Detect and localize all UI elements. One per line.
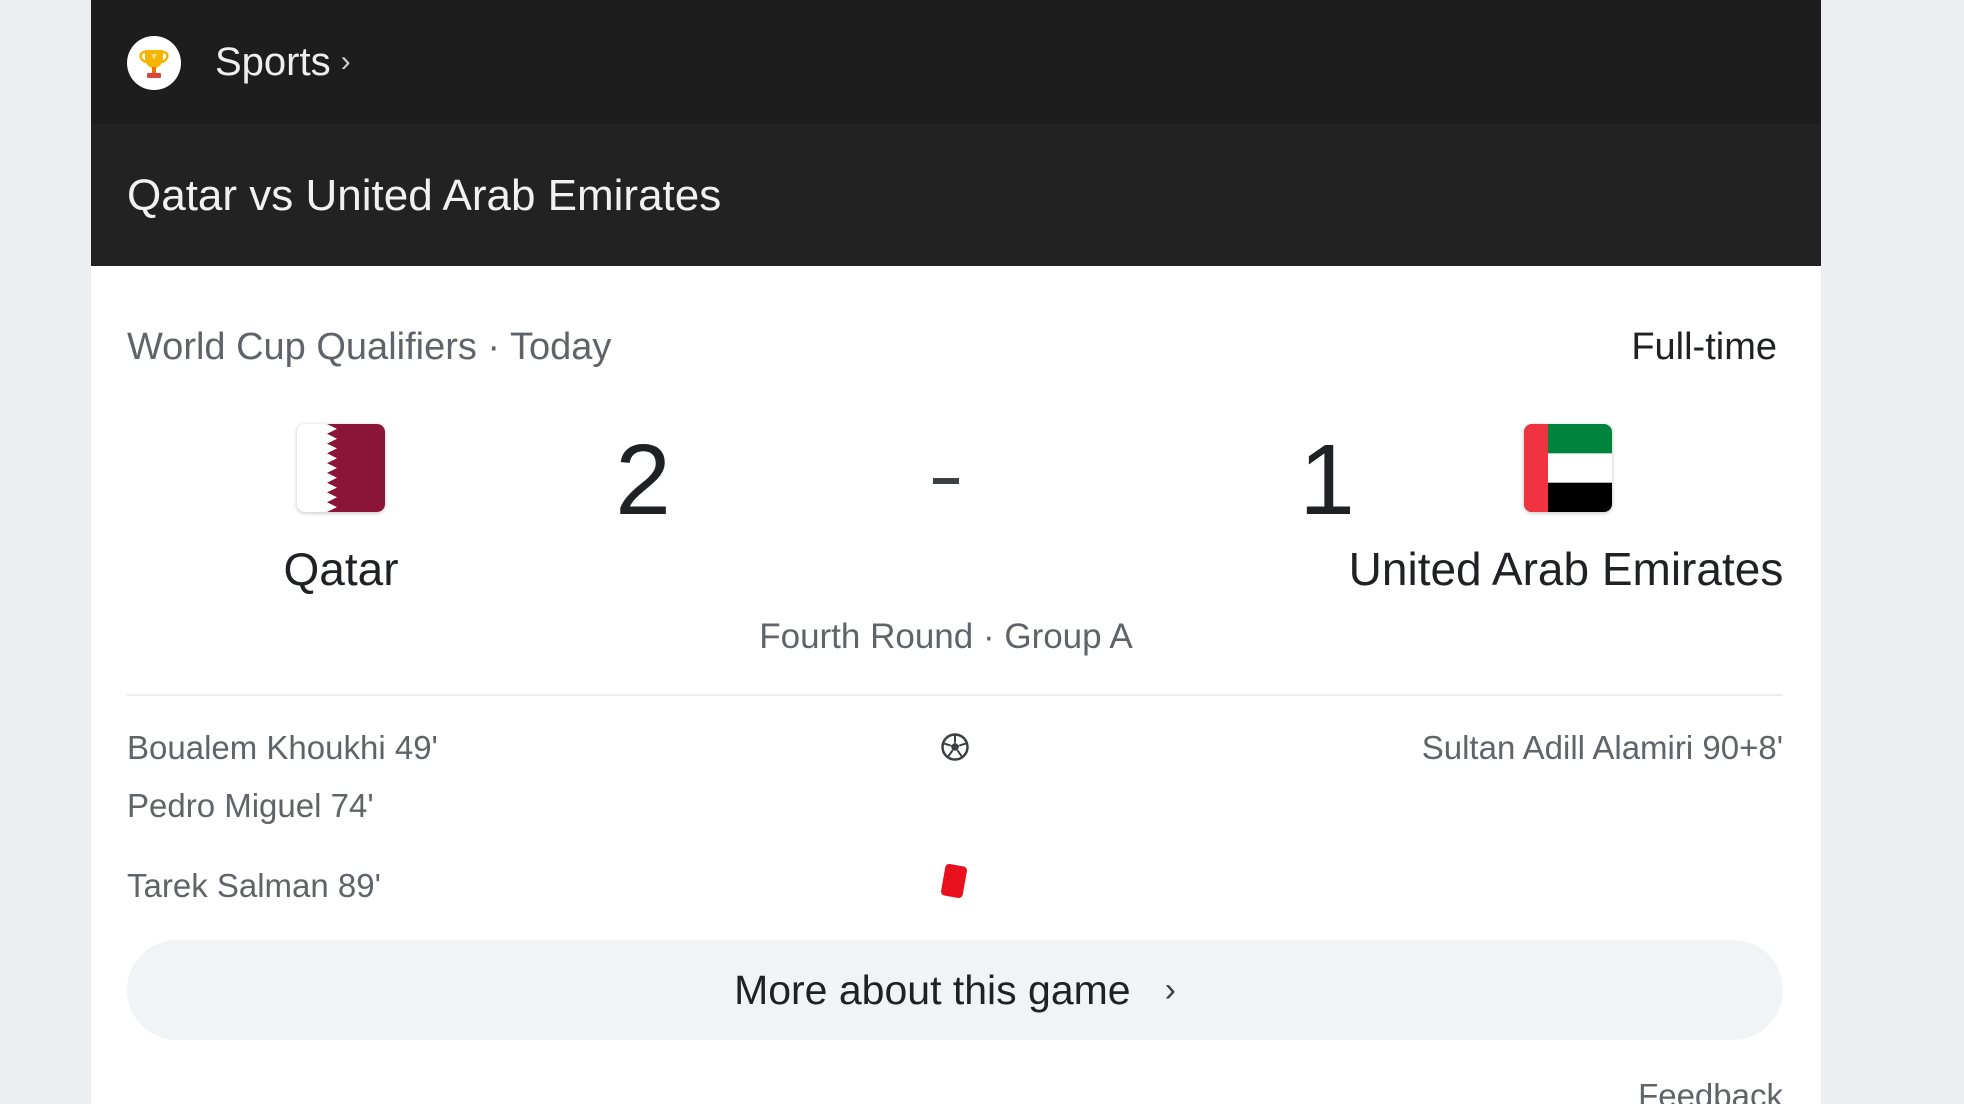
uae-flag-icon[interactable] [1524, 424, 1612, 512]
qatar-flag-icon[interactable] [297, 424, 385, 512]
home-goal-scorer: Boualem Khoukhi 49' [127, 729, 438, 766]
away-score: 1 [1299, 424, 1355, 536]
more-about-game-button[interactable]: More about this game › [127, 940, 1783, 1040]
section-divider [127, 694, 1783, 696]
sports-section-link[interactable]: Sports › [215, 34, 351, 90]
match-status: Full-time [1631, 326, 1777, 368]
feedback-link[interactable]: Feedback [1638, 1074, 1783, 1104]
soccer-ball-icon [940, 732, 970, 762]
away-goal-scorer: Sultan Adill Alamiri 90+8' [1421, 729, 1783, 766]
away-team-name[interactable]: United Arab Emirates [1321, 540, 1811, 598]
home-red-card-player: Tarek Salman 89' [127, 867, 381, 904]
competition-info: World Cup Qualifiers · Today [127, 326, 612, 368]
sports-result-card: Sports › Qatar vs United Arab Emirates W… [91, 0, 1821, 1104]
home-score: 2 [615, 424, 671, 536]
chevron-right-icon: › [1164, 970, 1176, 1009]
round-info: Fourth Round · Group A [759, 617, 1133, 656]
score-separator [933, 478, 959, 484]
sports-section-label: Sports [215, 39, 331, 84]
red-card-icon [938, 862, 970, 902]
match-title: Qatar vs United Arab Emirates [127, 171, 722, 220]
more-about-game-label: More about this game [734, 967, 1131, 1013]
home-goal-scorer: Pedro Miguel 74' [127, 787, 374, 824]
home-team-name[interactable]: Qatar [241, 540, 441, 598]
trophy-icon[interactable] [127, 36, 181, 90]
chevron-right-icon: › [340, 45, 351, 78]
